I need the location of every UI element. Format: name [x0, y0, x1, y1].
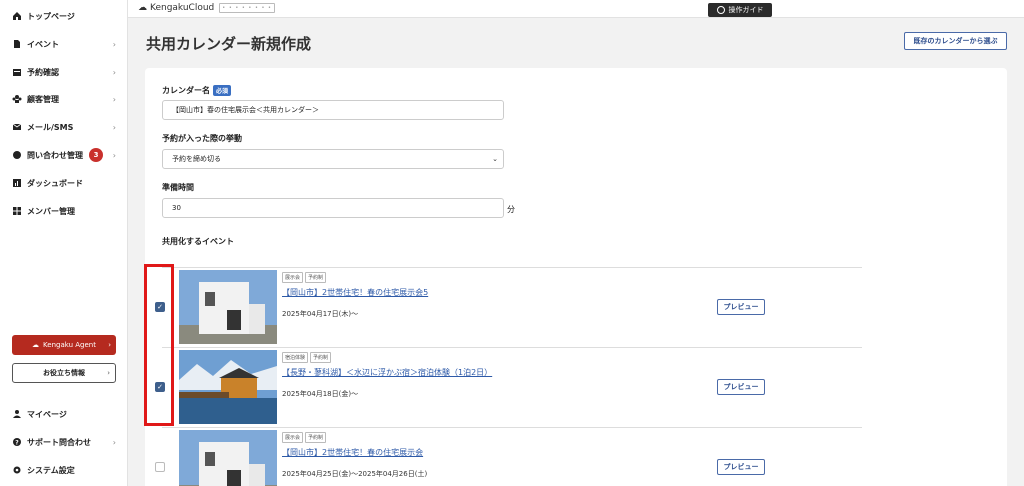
event-row: 展示会 予約制 【岡山市】2世帯住宅！春の住宅展示会 2025年04月25日(金… [145, 428, 862, 486]
chart-icon [12, 178, 22, 188]
guide-button-label: 操作ガイド [728, 6, 764, 14]
sidebar-item-label: メンバー管理 [27, 206, 75, 216]
kengaku-cloud-logo[interactable]: ☁ KengakuCloud • • • • • • • • [138, 3, 276, 13]
prep-time-label: 準備時間 [162, 183, 194, 192]
sidebar-item-label: 問い合わせ管理 [27, 150, 83, 160]
sidebar-item-label: メール/SMS [27, 122, 74, 132]
sidebar-item-label: ダッシュボード [27, 178, 83, 188]
event-date: 2025年04月18日(金)〜 [282, 390, 359, 398]
behavior-label: 予約が入った際の挙動 [162, 134, 242, 143]
prep-time-value: 30 [172, 204, 181, 212]
chevron-right-icon: › [112, 150, 116, 160]
prep-time-input[interactable]: 30 [162, 198, 504, 218]
sidebar-item-mypage[interactable]: マイページ [12, 406, 120, 422]
event-thumbnail [179, 270, 277, 344]
chevron-right-icon: › [112, 67, 116, 77]
sidebar-item-label: システム設定 [27, 465, 75, 475]
gear-icon [12, 465, 22, 475]
behavior-select[interactable]: 予約を締め切る ⌄ [162, 149, 504, 169]
calendar-name-label: カレンダー名 必須 [162, 85, 232, 96]
event-title-link[interactable]: 【岡山市】2世帯住宅！春の住宅展示会 [282, 447, 423, 458]
sidebar-item-support[interactable]: ? サポート問合わせ › [12, 434, 120, 450]
sidebar-item-label: トップページ [27, 11, 75, 21]
event-date: 2025年04月25日(金)〜2025年04月26日(土) [282, 470, 428, 478]
preview-button[interactable]: プレビュー [717, 379, 765, 395]
shared-events-label: 共用化するイベント [162, 237, 234, 246]
notification-badge: 3 [89, 148, 103, 162]
event-tags: 展示会 予約制 [282, 272, 327, 283]
sidebar-item-members[interactable]: メンバー管理 [12, 203, 120, 219]
home-icon [12, 11, 22, 21]
chevron-right-icon: › [107, 369, 110, 377]
event-checkbox[interactable] [155, 462, 165, 472]
event-tag: 展示会 [282, 272, 304, 283]
sidebar-item-dashboard[interactable]: ダッシュボード [12, 175, 120, 191]
sidebar-item-label: イベント [27, 39, 59, 49]
required-badge: 必須 [213, 85, 232, 96]
event-tags: 展示会 予約制 [282, 432, 327, 443]
event-tag: 予約制 [310, 352, 332, 363]
event-tag: 宿泊体験 [282, 352, 309, 363]
chevron-right-icon: › [112, 39, 116, 49]
calendar-name-value: 【岡山市】春の住宅展示会＜共用カレンダー＞ [172, 106, 319, 114]
calendar-name-label-text: カレンダー名 [162, 86, 210, 95]
logo-text: KengakuCloud [150, 3, 215, 13]
logo-tagline: • • • • • • • • [219, 3, 276, 13]
chevron-down-icon: ⌄ [492, 155, 498, 163]
behavior-select-value: 予約を締め切る [172, 155, 221, 163]
event-tag: 予約制 [305, 432, 327, 443]
svg-text:?: ? [15, 440, 19, 447]
calendar-name-input[interactable]: 【岡山市】春の住宅展示会＜共用カレンダー＞ [162, 100, 504, 120]
sidebar-item-customers[interactable]: 顧客管理 › [12, 91, 120, 107]
document-icon [12, 39, 22, 49]
event-row: ✓ 展示会 予約制 【岡山市】2世帯住宅！春の住宅展示会5 2025年04月17… [145, 268, 862, 348]
sidebar: トップページ イベント › 予約確認 › 顧客管理 › メール/SMS › 問い… [0, 0, 128, 486]
chat-icon [12, 150, 22, 160]
chevron-right-icon: › [112, 122, 116, 132]
sidebar-item-reservation[interactable]: 予約確認 › [12, 64, 120, 80]
sidebar-item-top[interactable]: トップページ [12, 8, 120, 24]
sidebar-item-inquiries[interactable]: 問い合わせ管理 3 › [12, 147, 120, 163]
cloud-icon: ☁ [32, 341, 40, 349]
event-title-link[interactable]: 【長野・蓼科湖】＜水辺に浮かぶ宿＞宿泊体験（1泊2日） [282, 367, 492, 378]
user-icon [12, 409, 22, 419]
agent-button-label: Kengaku Agent [43, 341, 96, 349]
select-existing-calendar-button[interactable]: 既存のカレンダーから選ぶ [904, 32, 1007, 50]
calendar-icon [12, 67, 22, 77]
event-thumbnail [179, 430, 277, 486]
event-tag: 予約制 [305, 272, 327, 283]
event-title-link[interactable]: 【岡山市】2世帯住宅！春の住宅展示会5 [282, 287, 428, 298]
sidebar-item-label: 予約確認 [27, 67, 59, 77]
operation-guide-button[interactable]: 操作ガイド [708, 3, 772, 17]
mail-icon [12, 122, 22, 132]
sidebar-item-label: サポート問合わせ [27, 437, 91, 447]
top-header: ☁ KengakuCloud • • • • • • • • 操作ガイド [128, 0, 1024, 18]
sidebar-item-settings[interactable]: システム設定 [12, 462, 120, 478]
event-tags: 宿泊体験 予約制 [282, 352, 332, 363]
event-tag: 展示会 [282, 432, 304, 443]
info-button-label: お役立ち情報 [43, 369, 85, 377]
sidebar-item-mail[interactable]: メール/SMS › [12, 119, 120, 135]
chevron-right-icon: › [112, 94, 116, 104]
kengaku-agent-button[interactable]: ☁ Kengaku Agent › [12, 335, 116, 355]
users-icon [12, 94, 22, 104]
preview-button[interactable]: プレビュー [717, 459, 765, 475]
event-thumbnail [179, 350, 277, 424]
compass-icon [716, 6, 725, 14]
page-title: 共用カレンダー新規作成 [146, 35, 312, 53]
event-row: ✓ 宿泊体験 予約制 【長野・蓼科湖】＜水辺に浮かぶ宿＞宿泊体験（1泊2日） 2… [145, 348, 862, 428]
cloud-icon: ☁ [138, 3, 147, 13]
help-icon: ? [12, 437, 22, 447]
grid-icon [12, 206, 22, 216]
checkbox-highlight-annotation [144, 264, 174, 426]
sidebar-item-label: 顧客管理 [27, 94, 59, 104]
preview-button[interactable]: プレビュー [717, 299, 765, 315]
prep-time-unit: 分 [507, 205, 515, 214]
useful-info-button[interactable]: お役立ち情報 › [12, 363, 116, 383]
sidebar-item-label: マイページ [27, 409, 67, 419]
chevron-right-icon: › [108, 341, 111, 349]
chevron-right-icon: › [112, 437, 116, 447]
sidebar-item-event[interactable]: イベント › [12, 36, 120, 52]
event-date: 2025年04月17日(木)〜 [282, 310, 359, 318]
